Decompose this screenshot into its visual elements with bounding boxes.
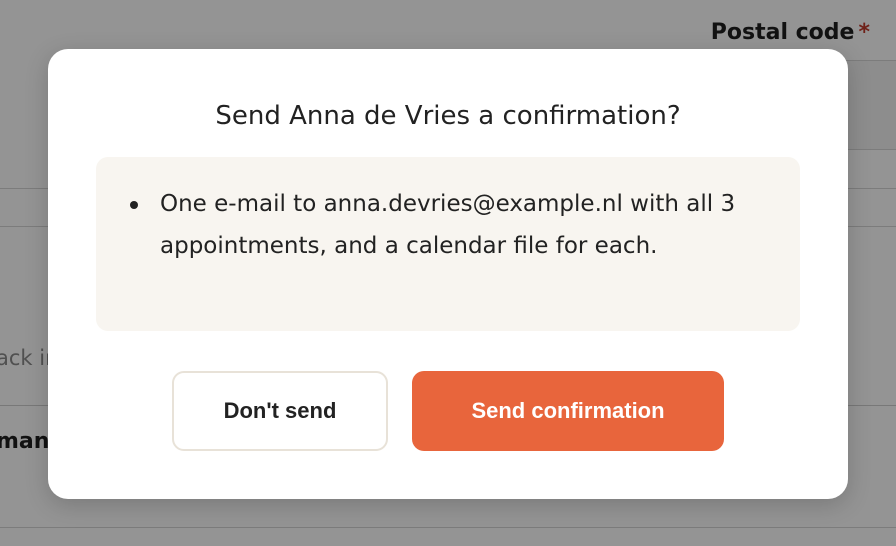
- info-list-item: One e-mail to anna.devries@example.nl wi…: [130, 183, 748, 267]
- info-list-item-text: One e-mail to anna.devries@example.nl wi…: [160, 191, 736, 259]
- bullet-icon: [130, 201, 138, 209]
- info-list: One e-mail to anna.devries@example.nl wi…: [130, 183, 748, 267]
- dialog-title: Send Anna de Vries a confirmation?: [215, 101, 681, 131]
- send-confirmation-button[interactable]: Send confirmation: [412, 371, 724, 451]
- dont-send-button[interactable]: Don't send: [172, 371, 388, 451]
- info-box: One e-mail to anna.devries@example.nl wi…: [96, 157, 800, 331]
- confirmation-dialog: Send Anna de Vries a confirmation? One e…: [48, 49, 848, 499]
